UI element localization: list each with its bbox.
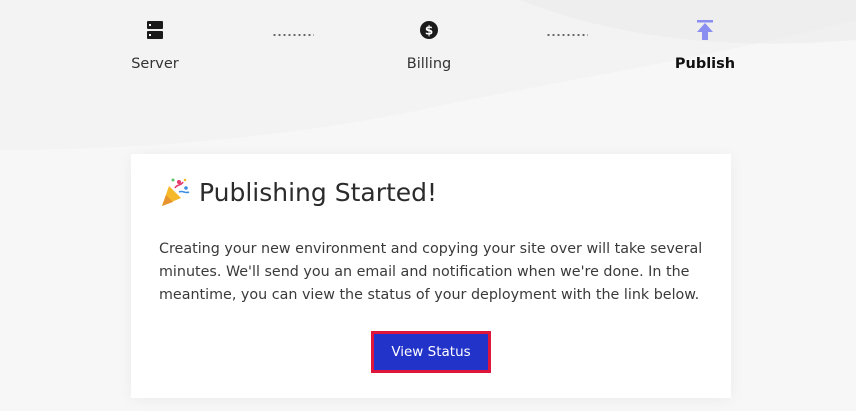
server-icon (147, 21, 163, 39)
step-billing[interactable]: $ Billing (369, 18, 489, 72)
step-label: Billing (406, 56, 452, 72)
progress-stepper: Server $ Billing Publish (0, 0, 856, 90)
publish-upload-icon (697, 20, 713, 40)
party-popper-icon (162, 178, 190, 206)
card-title: Publishing Started! (159, 176, 437, 208)
step-connector (272, 34, 314, 36)
publishing-card: Publishing Started! Creating your new en… (131, 154, 731, 398)
step-label: Publish (674, 56, 736, 72)
step-publish[interactable]: Publish (645, 18, 765, 72)
svg-text:$: $ (425, 24, 433, 38)
step-server[interactable]: Server (95, 18, 215, 72)
dollar-coin-icon: $ (420, 21, 438, 39)
view-status-highlight: View Status (371, 331, 491, 373)
title-text: Publishing Started! (199, 177, 438, 207)
step-connector (546, 34, 588, 36)
step-label: Server (131, 56, 179, 72)
view-status-button[interactable]: View Status (374, 334, 488, 370)
card-body-text: Creating your new environment and copyin… (159, 241, 703, 303)
